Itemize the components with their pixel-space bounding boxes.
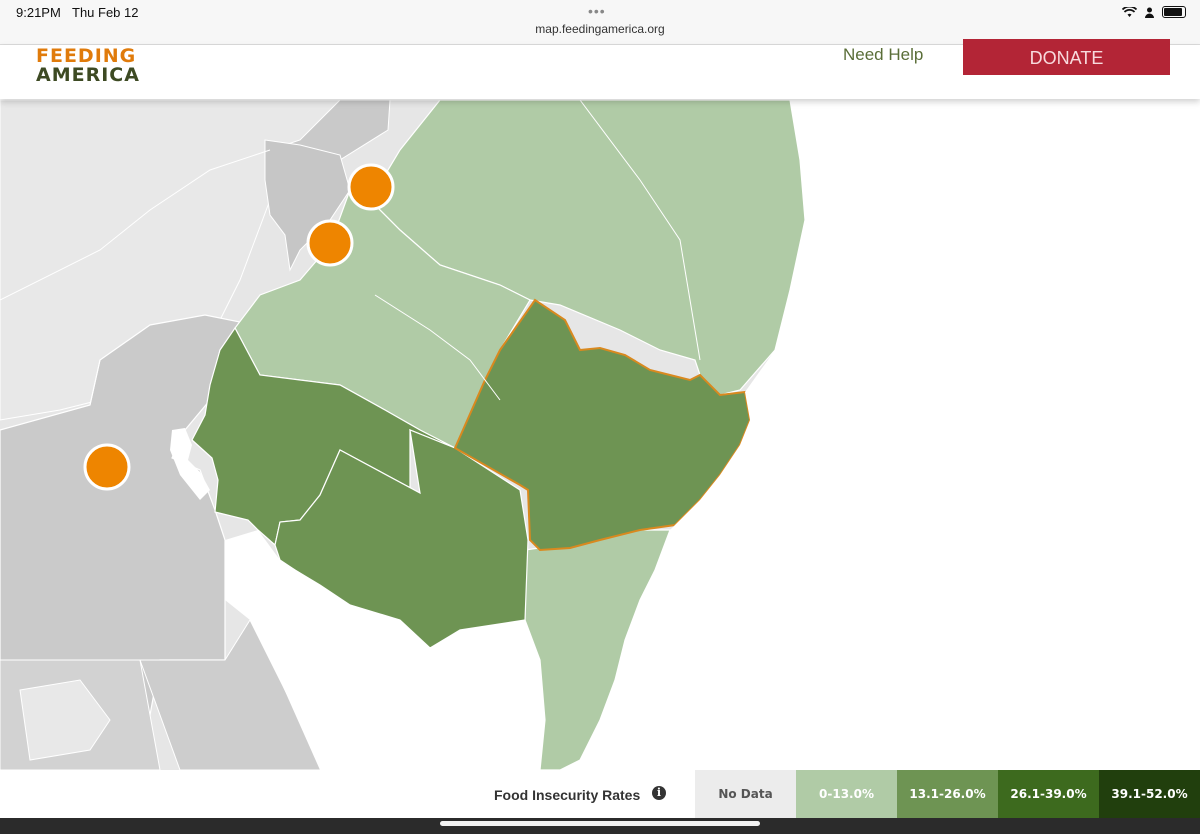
need-help-link[interactable]: Need Help (843, 45, 923, 64)
home-indicator[interactable] (440, 821, 760, 826)
status-date: Thu Feb 12 (72, 5, 139, 20)
legend-item-0-13[interactable]: 0-13.0% (796, 770, 897, 818)
legend-title: Food Insecurity Rates (494, 787, 641, 803)
legend-item-26-39[interactable]: 26.1-39.0% (998, 770, 1099, 818)
logo-line2: AMERICA (36, 64, 140, 86)
legend: Food Insecurity Rates i No Data 0-13.0% … (0, 770, 1200, 818)
more-dots-icon[interactable]: ••• (588, 3, 606, 19)
legend-item-13-26[interactable]: 13.1-26.0% (897, 770, 998, 818)
legend-item-no-data[interactable]: No Data (695, 770, 796, 818)
legend-item-39-52[interactable]: 39.1-52.0% (1099, 770, 1200, 818)
status-icons (1122, 6, 1186, 18)
feeding-america-logo[interactable]: FEEDING AMERICA (36, 47, 140, 85)
person-icon (1145, 7, 1154, 18)
food-insecurity-map[interactable] (0, 100, 1200, 770)
donate-button[interactable]: DONATE (963, 39, 1170, 75)
status-time: 9:21PM (16, 5, 61, 20)
food-bank-marker[interactable] (306, 219, 354, 267)
wifi-icon (1122, 6, 1137, 17)
info-icon[interactable]: i (652, 786, 666, 800)
battery-icon (1162, 6, 1186, 18)
site-header: FEEDING AMERICA Need Help DONATE (0, 39, 1200, 99)
address-bar[interactable]: map.feedingamerica.org (0, 22, 1200, 36)
food-bank-marker[interactable] (83, 443, 131, 491)
food-bank-marker[interactable] (347, 163, 395, 211)
